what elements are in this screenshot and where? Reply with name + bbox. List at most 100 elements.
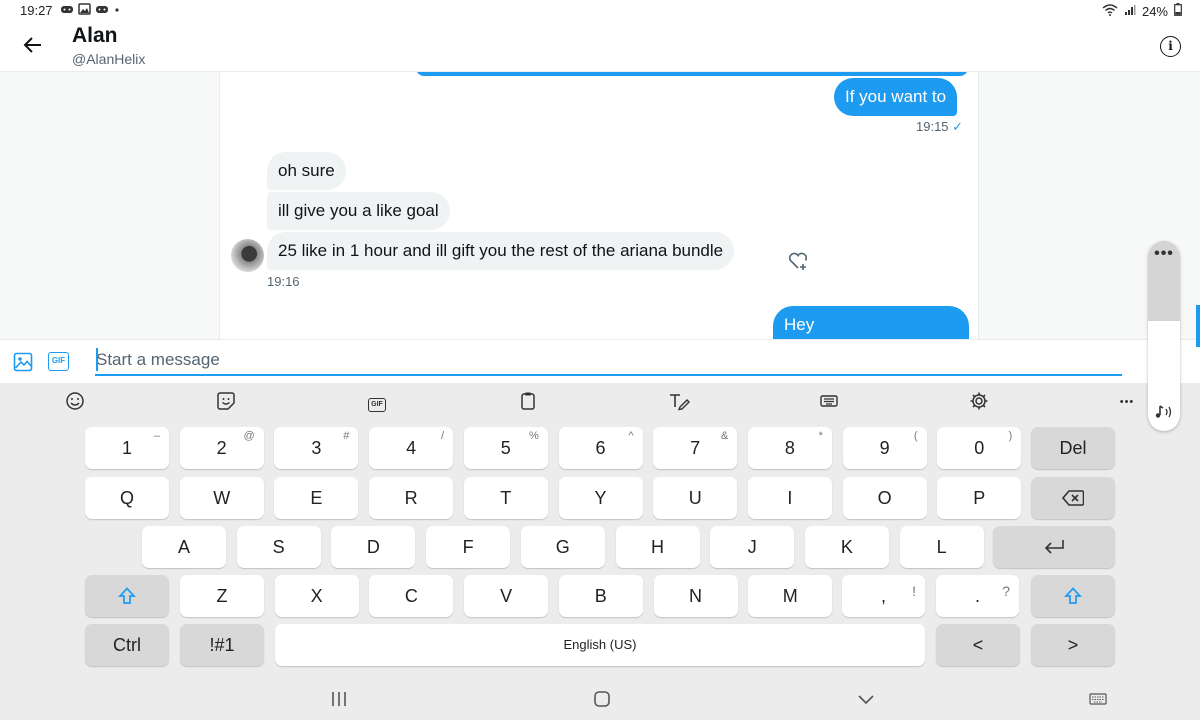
incoming-message[interactable]: 25 like in 1 hour and ill gift you the r… (267, 232, 735, 270)
react-button[interactable] (787, 250, 809, 272)
letter-key-e[interactable]: E (274, 477, 359, 519)
key-alt-char: ) (1008, 430, 1013, 442)
battery-icon (1174, 3, 1182, 19)
shift-icon (1064, 587, 1082, 604)
letter-key-x[interactable]: X (274, 575, 359, 617)
key-char: A (177, 537, 190, 557)
hide-keyboard-button[interactable] (855, 690, 877, 710)
key-char: . (974, 586, 980, 606)
key-char: 5 (500, 438, 511, 458)
letter-key-v[interactable]: V (464, 575, 549, 617)
letter-key-a[interactable]: A (142, 526, 226, 568)
keyboard-switch-button[interactable] (1087, 690, 1109, 710)
letter-key-q[interactable]: Q (85, 477, 169, 519)
letter-key-k[interactable]: K (804, 526, 889, 568)
back-button[interactable] (22, 34, 44, 56)
battery-percent: 24% (1141, 3, 1168, 19)
more-options-button[interactable]: ••• (1116, 391, 1138, 413)
incoming-message[interactable]: ill give you a like goal (267, 192, 450, 230)
key-char: 7 (690, 438, 701, 458)
status-time: 19:27 (20, 3, 53, 18)
letter-key-r[interactable]: R (369, 477, 454, 519)
del-key[interactable]: Del (1031, 427, 1115, 469)
incoming-message[interactable]: oh sure (267, 152, 346, 190)
outgoing-message[interactable]: If you want to (834, 78, 958, 116)
letter-key-h[interactable]: H (615, 526, 700, 568)
key-char: 1 (121, 438, 132, 458)
letter-key-w[interactable]: W (179, 477, 264, 519)
shift-key-left[interactable] (85, 575, 169, 617)
letter-key-u[interactable]: U (653, 477, 738, 519)
keyboard-settings-button[interactable] (968, 391, 990, 413)
message-list[interactable]: If you want to 19:15 ✓ oh sure ill give … (219, 72, 979, 339)
gear-icon (970, 392, 988, 410)
recent-apps-button[interactable] (328, 690, 350, 710)
key-alt-char: * (818, 430, 823, 442)
add-image-button[interactable] (13, 352, 33, 372)
letter-key-p[interactable]: P (937, 477, 1022, 519)
letter-key-i[interactable]: I (747, 477, 832, 519)
key-char: R (404, 488, 418, 508)
backspace-key[interactable] (1031, 477, 1115, 519)
letter-key-m[interactable]: M (748, 575, 833, 617)
message-input[interactable] (95, 346, 1122, 376)
letter-key-y[interactable]: Y (558, 477, 643, 519)
shift-key-right[interactable] (1031, 575, 1115, 617)
letter-key-c[interactable]: C (369, 575, 454, 617)
number-key-1[interactable]: –1 (85, 427, 169, 469)
outgoing-message[interactable]: Hey (773, 306, 969, 339)
key-char: N (689, 586, 702, 606)
contact-name[interactable]: Alan (72, 24, 118, 48)
sticker-button[interactable] (215, 391, 237, 413)
number-key-2[interactable]: @2 (179, 427, 264, 469)
letter-key-o[interactable]: O (842, 477, 927, 519)
keyboard-side-handle[interactable]: ••• (1148, 241, 1180, 431)
number-key-6[interactable]: ^ 6 (558, 427, 643, 469)
period-key[interactable]: ? . (936, 575, 1019, 617)
letter-key-n[interactable]: N (653, 575, 738, 617)
keyboard-mode-button[interactable] (818, 391, 840, 413)
number-key-3[interactable]: #3 (274, 427, 359, 469)
timestamp-text: 19:15 (916, 119, 949, 134)
emoji-button[interactable] (64, 391, 86, 413)
number-key-7[interactable]: & 7 (653, 427, 738, 469)
number-key-9[interactable]: (9 (842, 427, 927, 469)
space-key[interactable]: English (US) (275, 624, 925, 666)
key-char: 9 (879, 438, 890, 458)
letter-key-b[interactable]: B (558, 575, 643, 617)
letter-key-z[interactable]: Z (180, 575, 264, 617)
ctrl-key[interactable]: Ctrl (85, 624, 169, 666)
letter-key-g[interactable]: G (520, 526, 605, 568)
letter-key-d[interactable]: D (331, 526, 416, 568)
cursor-left-key[interactable]: < (936, 624, 1020, 666)
keyboard-gif-button[interactable]: GIF (366, 391, 388, 413)
clipboard-button[interactable] (517, 391, 539, 413)
letter-key-j[interactable]: J (710, 526, 795, 568)
game-icon (95, 3, 109, 18)
number-key-5[interactable]: % 5 (463, 427, 548, 469)
number-key-8[interactable]: * 8 (747, 427, 832, 469)
key-alt-char: / (441, 430, 445, 442)
navigation-bar (0, 680, 1200, 720)
comma-key[interactable]: ! , (842, 575, 925, 617)
letter-key-l[interactable]: L (899, 526, 984, 568)
message-timestamp: 19:15 ✓ (916, 119, 963, 135)
key-alt-char: # (343, 430, 350, 442)
symbols-key[interactable]: !#1 (180, 624, 264, 666)
home-button[interactable] (591, 690, 613, 710)
handwriting-button[interactable] (668, 391, 690, 413)
key-char: S (272, 537, 285, 557)
number-key-4[interactable]: /4 (369, 427, 454, 469)
enter-key[interactable] (993, 526, 1115, 568)
dot-icon (113, 3, 121, 18)
key-char: Q (119, 488, 134, 508)
info-icon[interactable]: i (1160, 36, 1181, 57)
number-key-0[interactable]: ) 0 (937, 427, 1022, 469)
letter-key-t[interactable]: T (463, 477, 548, 519)
avatar[interactable] (231, 239, 264, 272)
letter-key-f[interactable]: F (426, 526, 511, 568)
cursor-right-key[interactable]: > (1031, 624, 1115, 666)
gif-button[interactable]: GIF (48, 352, 69, 371)
letter-key-s[interactable]: S (236, 526, 321, 568)
sticker-icon (217, 392, 235, 410)
